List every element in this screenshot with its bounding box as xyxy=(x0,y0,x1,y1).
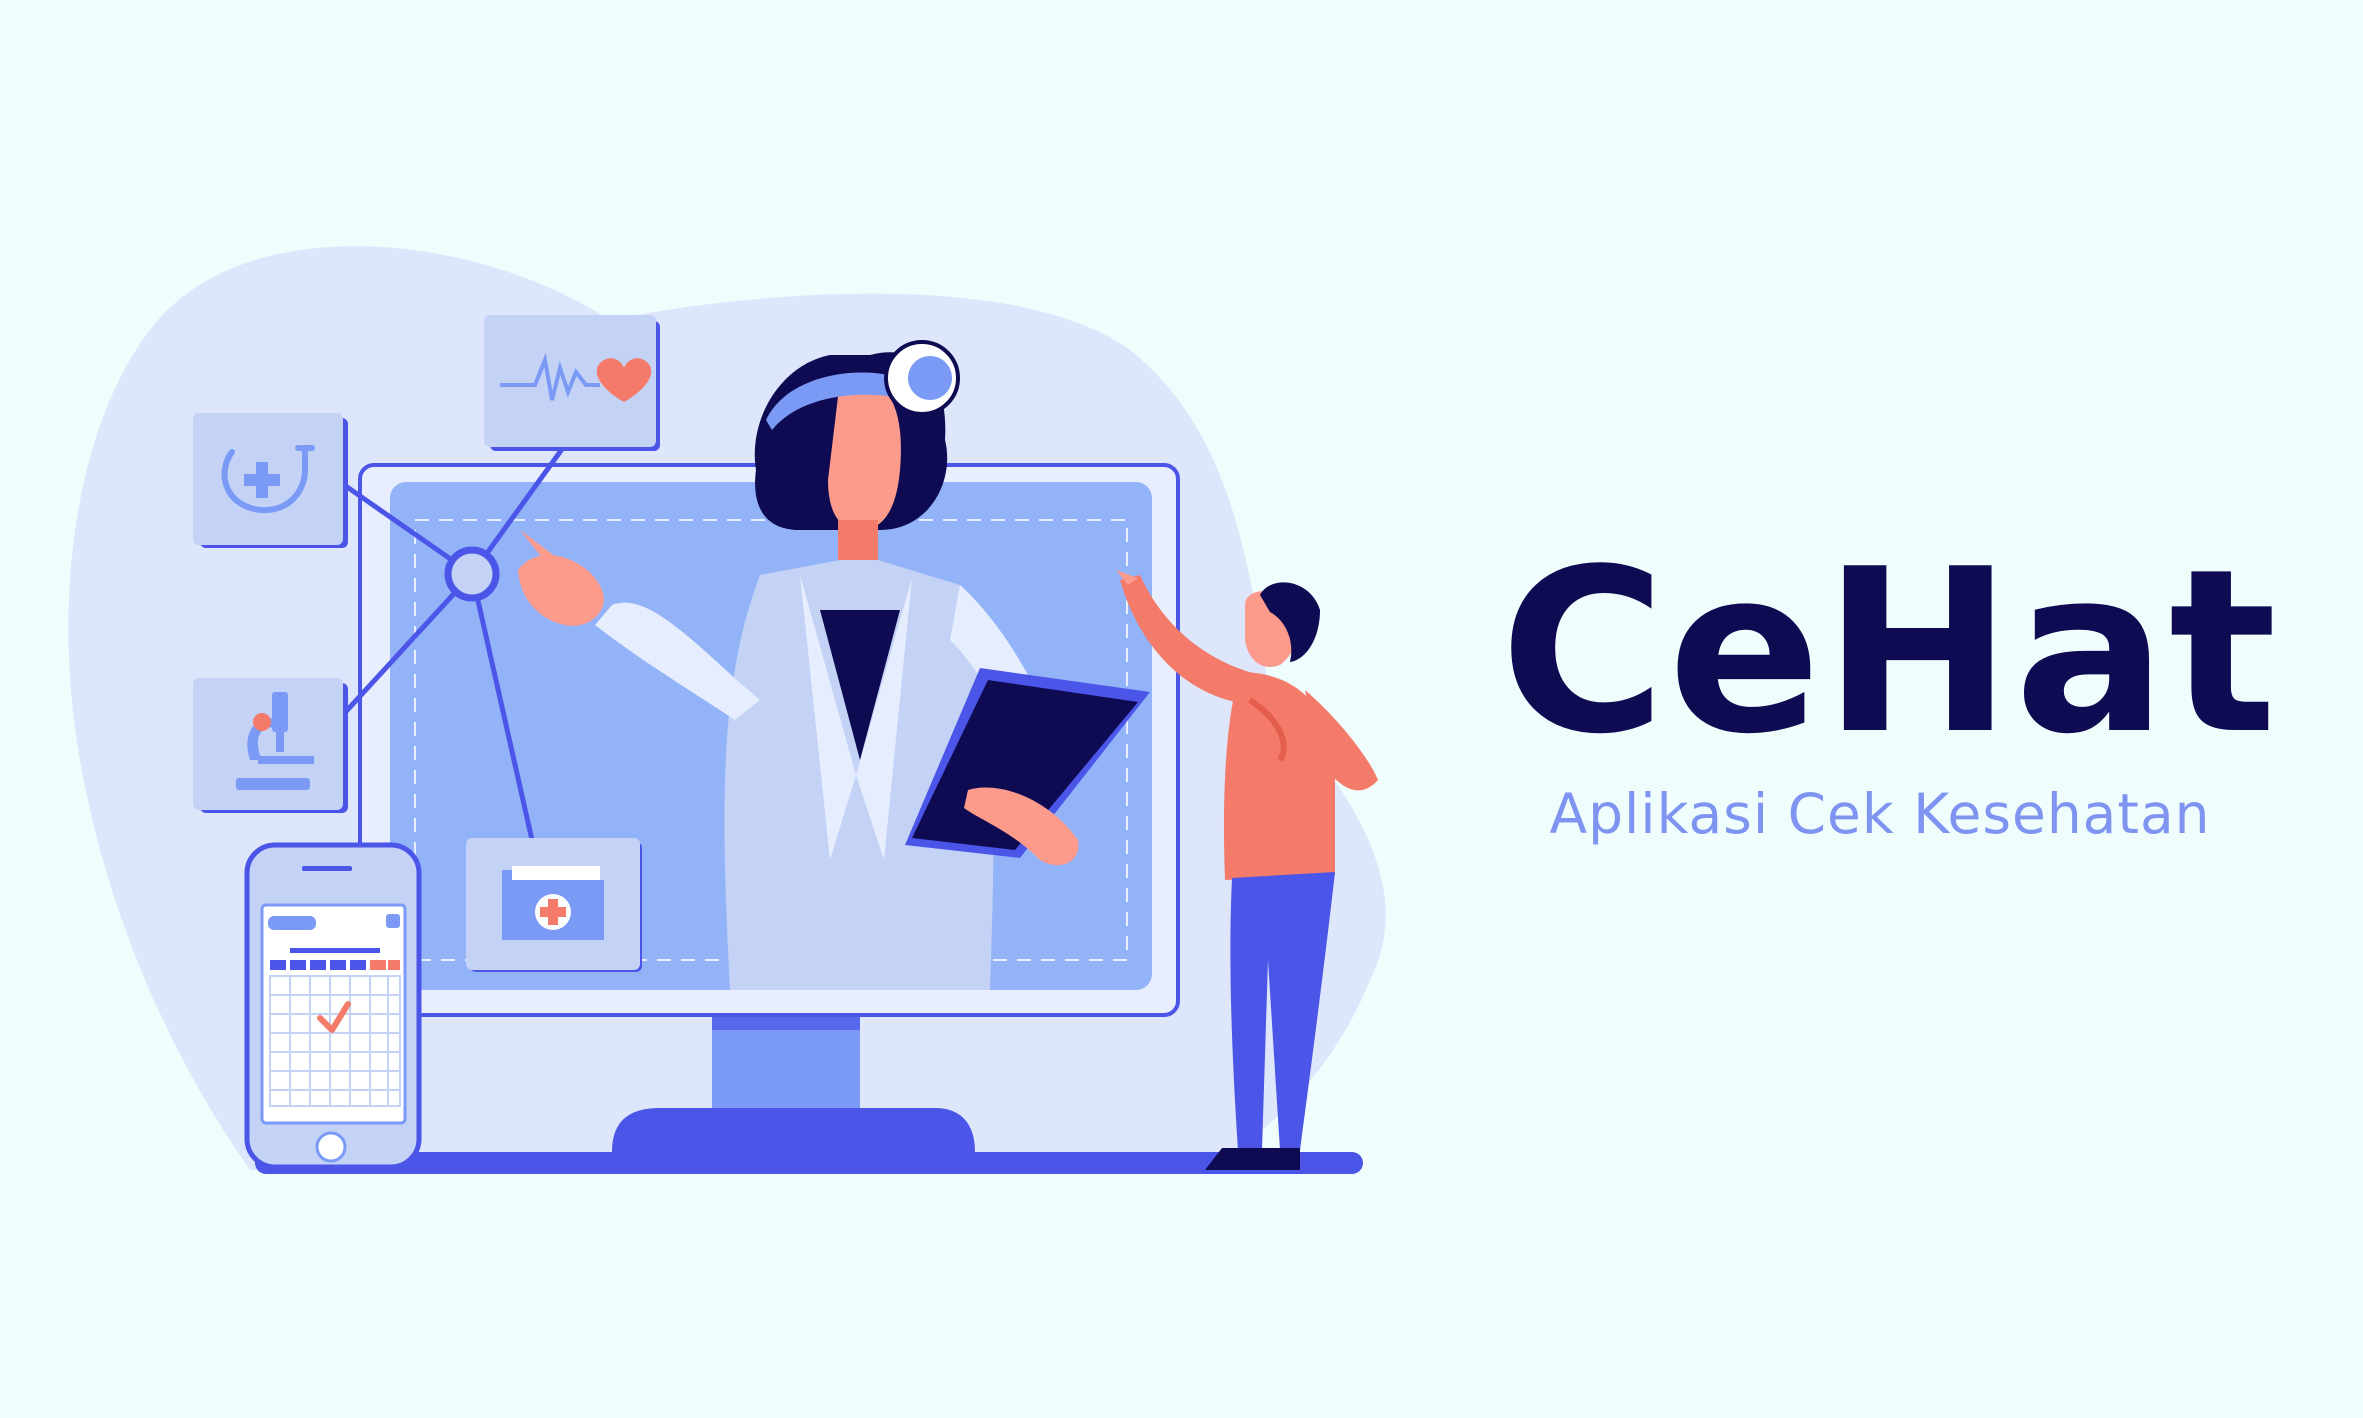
microscope-card xyxy=(193,678,348,813)
calendar-phone-icon xyxy=(244,842,422,1170)
brand-tagline: Aplikasi Cek Kesehatan xyxy=(1549,782,2211,846)
folder-card xyxy=(466,838,642,972)
stethoscope-card xyxy=(193,413,348,548)
ground-line xyxy=(255,1152,1363,1174)
network-hub-icon xyxy=(444,546,500,602)
heartbeat-card xyxy=(484,315,660,451)
brand-title: CeHat xyxy=(1500,521,2279,784)
telemedicine-illustration xyxy=(68,246,1386,1174)
brand-block: CeHat Aplikasi Cek Kesehatan xyxy=(1500,521,2279,846)
monitor-base xyxy=(612,1108,975,1152)
medical-folder-icon xyxy=(502,866,604,940)
